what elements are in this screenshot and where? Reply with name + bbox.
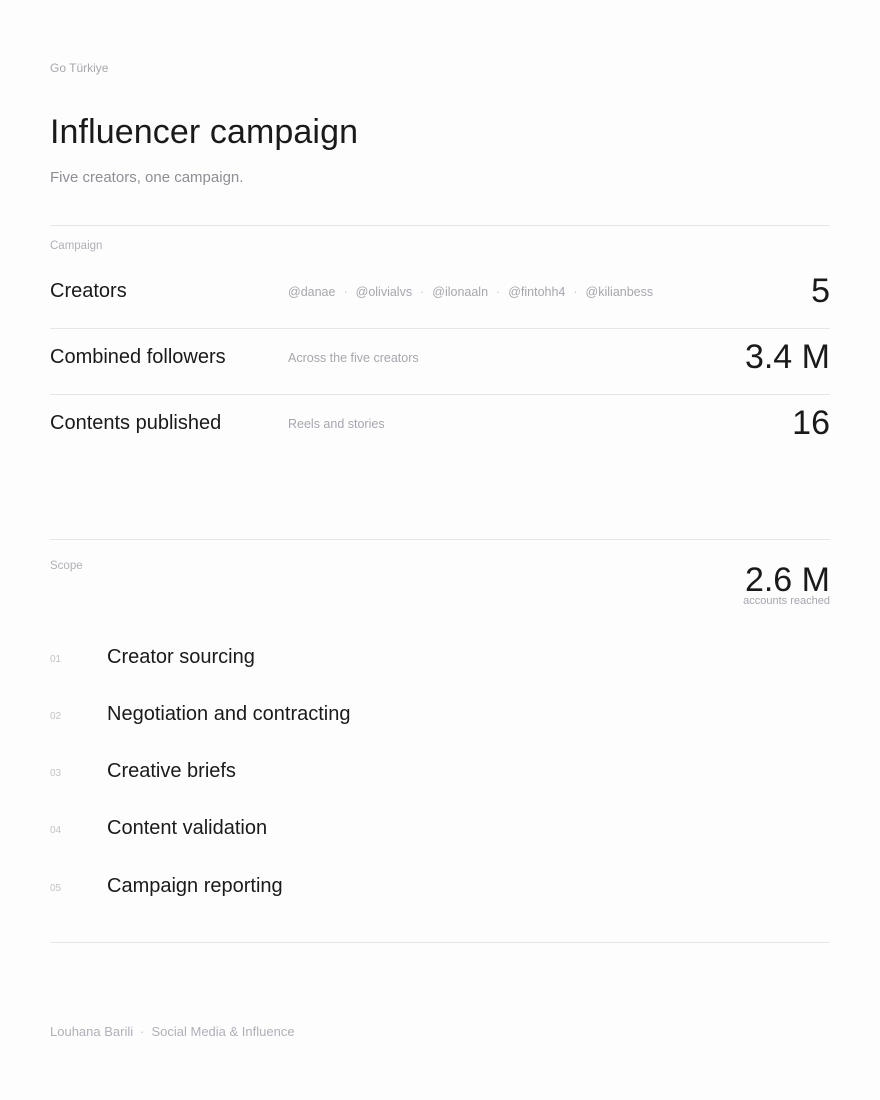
stat-label: Contents published xyxy=(50,412,222,434)
creator-handles: @danae · @olivialvs · @ilonaaln · @finto… xyxy=(288,285,653,299)
divider xyxy=(50,394,830,395)
scope-item-number: 05 xyxy=(50,883,62,894)
scope-item: 05 Campaign reporting xyxy=(50,874,830,904)
separator-dot: · xyxy=(343,285,348,299)
stat-row-combined-followers: Combined followers Across the five creat… xyxy=(50,338,830,411)
stat-description: Reels and stories xyxy=(288,417,385,431)
stat-label: Creators xyxy=(50,280,127,302)
divider xyxy=(50,539,830,540)
creator-handle: @danae xyxy=(288,285,336,299)
footer-author: Louhana Barili xyxy=(50,1024,134,1039)
scope-item-label: Campaign reporting xyxy=(107,875,283,897)
divider xyxy=(50,942,830,943)
scope-item-label: Creative briefs xyxy=(107,760,236,782)
stat-label: Combined followers xyxy=(50,346,226,368)
footer-role: Social Media & Influence xyxy=(151,1024,295,1039)
scope-item-label: Content validation xyxy=(107,817,268,839)
separator-dot: · xyxy=(140,1024,145,1039)
footer: Louhana Barili · Social Media & Influence xyxy=(50,1024,295,1039)
stat-value: 3.4 M xyxy=(744,338,830,376)
page: Go Türkiye Influencer campaign Five crea… xyxy=(0,0,880,1100)
scope-item: 01 Creator sourcing xyxy=(50,645,830,675)
separator-dot: · xyxy=(496,285,501,299)
scope-item-number: 04 xyxy=(50,825,62,836)
divider xyxy=(50,225,830,226)
stat-value: 16 xyxy=(792,404,830,442)
reach-value: 2.6 M xyxy=(744,561,830,599)
scope-item-label: Creator sourcing xyxy=(107,646,255,668)
scope-item-label: Negotiation and contracting xyxy=(107,703,351,725)
scope-item-number: 01 xyxy=(50,654,62,665)
page-subtitle: Five creators, one campaign. xyxy=(50,169,244,186)
scope-item: 03 Creative briefs xyxy=(50,759,830,789)
divider xyxy=(50,328,830,329)
creator-handle: @kilianbess xyxy=(585,285,654,299)
separator-dot: · xyxy=(420,285,425,299)
kicker: Go Türkiye xyxy=(50,61,109,75)
page-title: Influencer campaign xyxy=(50,113,359,151)
reach-caption: accounts reached xyxy=(743,595,830,607)
stat-value: 5 xyxy=(811,272,830,310)
section-label-campaign: Campaign xyxy=(50,240,103,252)
scope-item: 04 Content validation xyxy=(50,816,830,846)
scope-item: 02 Negotiation and contracting xyxy=(50,702,830,732)
section-label-scope: Scope xyxy=(50,560,83,572)
stat-row-creators: Creators @danae · @olivialvs · @ilonaaln… xyxy=(50,272,830,345)
stat-row-contents-published: Contents published Reels and stories 16 xyxy=(50,404,830,477)
separator-dot: · xyxy=(573,285,578,299)
creator-handle: @fintohh4 xyxy=(508,285,566,299)
stat-description: Across the five creators xyxy=(288,351,419,365)
scope-item-number: 02 xyxy=(50,711,62,722)
creator-handle: @olivialvs xyxy=(355,285,413,299)
creator-handle: @ilonaaln xyxy=(432,285,489,299)
scope-item-number: 03 xyxy=(50,768,62,779)
